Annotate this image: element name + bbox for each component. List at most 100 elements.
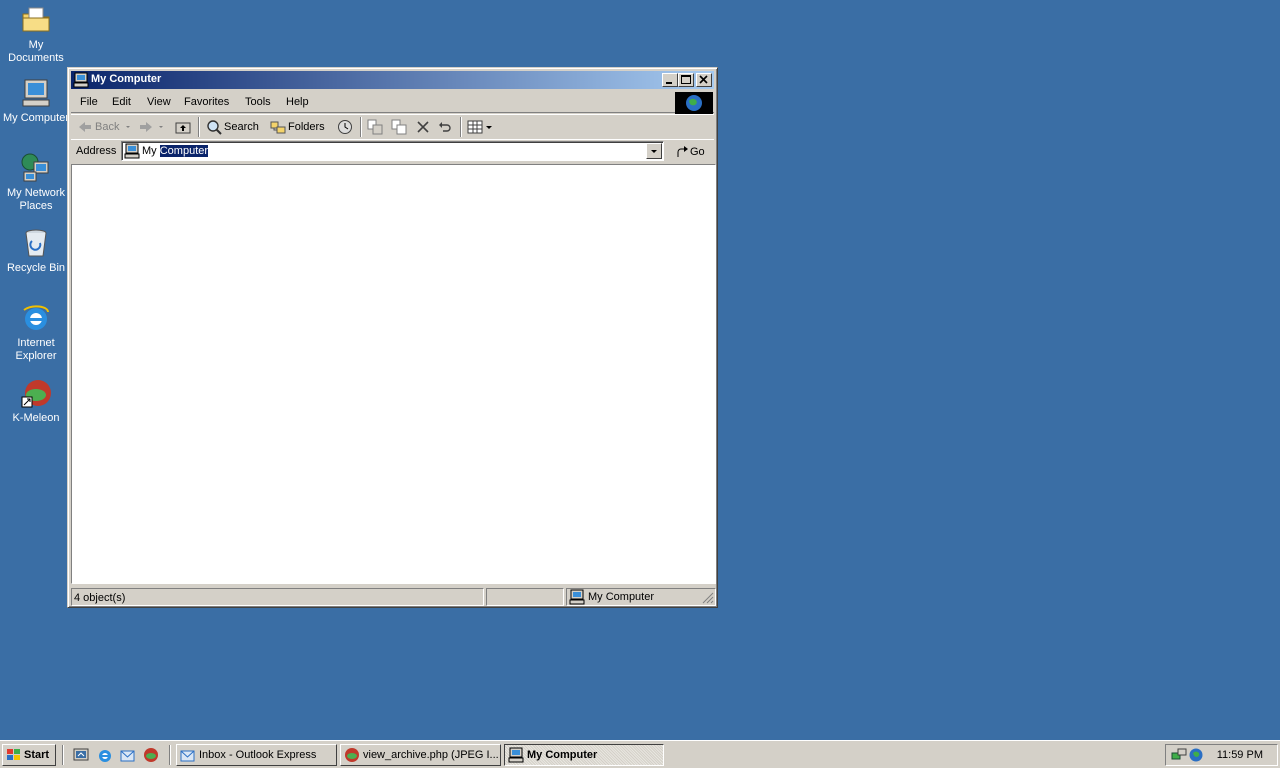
computer-icon (73, 72, 89, 88)
globe-tray-icon[interactable] (1188, 747, 1204, 766)
recycle-bin-icon (20, 227, 52, 259)
toolbar-separator (198, 117, 200, 137)
menu-bar: File Edit View Favorites Tools Help (71, 92, 714, 114)
network-tray-icon[interactable] (1171, 747, 1187, 766)
views-button[interactable] (467, 119, 495, 135)
up-folder-button[interactable] (175, 119, 193, 135)
taskbar-separator (169, 745, 171, 765)
close-icon (699, 75, 708, 84)
desktop-icon-label: My Documents (8, 39, 64, 64)
folder-content-area[interactable] (71, 164, 716, 584)
task-button-outlook[interactable]: Inbox - Outlook Express (176, 744, 337, 766)
back-button[interactable]: Back (77, 119, 135, 135)
address-input[interactable]: My Computer (121, 141, 664, 161)
menu-help[interactable]: Help (286, 96, 309, 108)
resize-grip-icon[interactable] (702, 592, 714, 604)
maximize-icon (681, 75, 691, 84)
desktop-icon-label: K-Meleon (12, 412, 60, 424)
desktop-icon-recycle-bin[interactable]: Recycle Bin (0, 227, 72, 275)
desktop-icon-my-network-places[interactable]: My Network Places (0, 152, 72, 213)
up-folder-icon (175, 122, 191, 134)
menu-tools[interactable]: Tools (245, 96, 271, 108)
chevron-down-icon (159, 126, 163, 128)
toolbar-separator (360, 117, 362, 137)
address-bar: Address My Computer Go (71, 139, 714, 164)
go-button[interactable]: Go (674, 145, 705, 159)
address-dropdown-button[interactable] (646, 143, 662, 159)
search-icon (207, 120, 222, 135)
delete-button[interactable] (415, 119, 433, 135)
copy-to-icon (391, 119, 407, 135)
move-to-button[interactable] (367, 119, 385, 135)
start-button[interactable]: Start (2, 744, 56, 766)
task-button-my-computer[interactable]: My Computer (504, 744, 664, 766)
close-button[interactable] (696, 73, 712, 87)
folders-label: Folders (288, 121, 325, 133)
go-arrow-icon (677, 146, 688, 157)
move-to-icon (367, 119, 383, 135)
task-label: Inbox - Outlook Express (199, 749, 317, 761)
k-meleon-icon (20, 377, 52, 409)
go-label: Go (690, 146, 705, 158)
undo-icon (439, 122, 451, 132)
globe-icon (686, 95, 702, 111)
desktop-icon-my-computer[interactable]: My Computer (0, 77, 72, 125)
system-tray: 11:59 PM (1165, 744, 1278, 766)
history-button[interactable] (337, 119, 355, 135)
network-icon (20, 152, 52, 184)
computer-icon (124, 143, 140, 162)
address-label: Address (76, 145, 117, 157)
folder-icon (20, 4, 52, 36)
address-value-selected: Computer (159, 145, 209, 157)
my-computer-window: My Computer File Edit View Favorites Too… (67, 67, 718, 608)
status-middle-pane (486, 588, 564, 606)
k-meleon-icon[interactable] (143, 747, 159, 763)
computer-icon (20, 77, 52, 109)
delete-icon (417, 121, 429, 133)
start-label: Start (24, 749, 50, 761)
task-button-view-archive[interactable]: view_archive.php (JPEG I... (340, 744, 501, 766)
minimize-button[interactable] (662, 73, 678, 87)
maximize-button[interactable] (678, 73, 694, 87)
internet-explorer-icon (20, 302, 52, 334)
back-arrow-icon (79, 122, 91, 132)
windows-logo-icon (7, 749, 20, 760)
outlook-express-icon[interactable] (120, 747, 136, 763)
windows-logo-throbber (675, 92, 713, 114)
window-titlebar[interactable]: My Computer (71, 71, 714, 89)
folders-button[interactable]: Folders (270, 119, 325, 135)
menu-file[interactable]: File (80, 96, 98, 108)
back-label: Back (95, 121, 120, 133)
task-label: view_archive.php (JPEG I... (363, 749, 499, 761)
search-label: Search (224, 121, 259, 133)
status-location-pane: My Computer (566, 588, 716, 606)
task-label: My Computer (527, 749, 598, 761)
address-value-prefix: My (142, 145, 157, 157)
views-icon (467, 120, 483, 134)
desktop-icon-internet-explorer[interactable]: Internet Explorer (0, 302, 72, 363)
search-button[interactable]: Search (206, 119, 259, 135)
desktop-icon-my-documents[interactable]: My Documents (0, 4, 72, 65)
copy-to-button[interactable] (391, 119, 409, 135)
chevron-down-icon (486, 126, 492, 129)
desktop-icon-label: My Computer (2, 112, 70, 124)
computer-icon (508, 747, 524, 763)
history-icon (338, 120, 352, 134)
outlook-express-icon (180, 750, 195, 762)
k-meleon-icon (345, 748, 359, 762)
taskbar: Start Inbox - Outlook Express view_archi… (0, 740, 1280, 768)
menu-edit[interactable]: Edit (112, 96, 131, 108)
internet-explorer-icon[interactable] (97, 747, 113, 763)
toolbar-separator (460, 117, 462, 137)
menu-view[interactable]: View (147, 96, 171, 108)
desktop-icon-k-meleon[interactable]: K-Meleon (0, 377, 72, 425)
show-desktop-icon[interactable] (73, 747, 89, 763)
forward-button[interactable] (138, 119, 168, 135)
undo-button[interactable] (437, 119, 455, 135)
forward-arrow-icon (140, 122, 152, 132)
menu-favorites[interactable]: Favorites (184, 96, 229, 108)
chevron-down-icon (126, 126, 131, 128)
chevron-down-icon (651, 150, 657, 153)
desktop-icon-label: Recycle Bin (6, 262, 66, 274)
clock[interactable]: 11:59 PM (1217, 749, 1263, 761)
